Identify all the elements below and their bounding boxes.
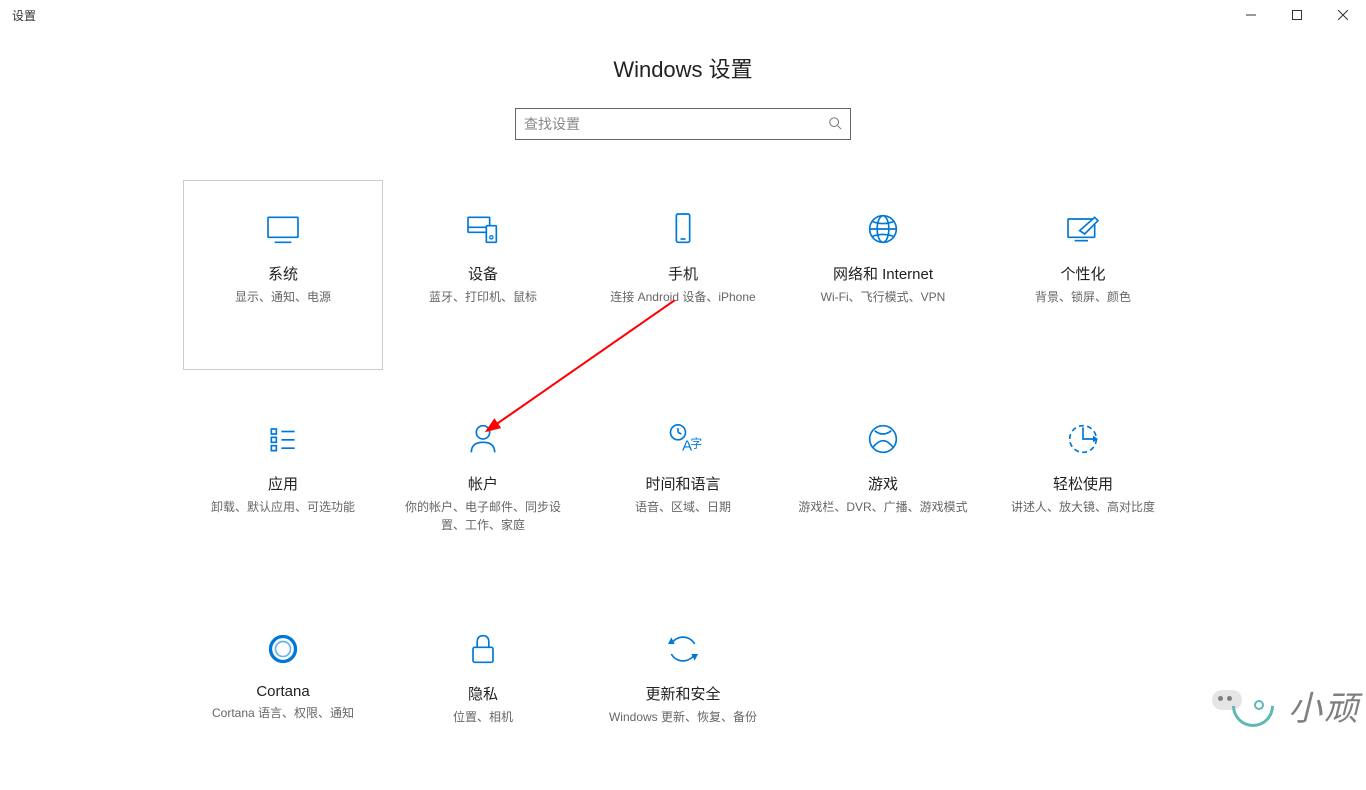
tile-desc: Windows 更新、恢复、备份	[599, 708, 767, 726]
tile-title: 系统	[268, 263, 298, 284]
tile-desc: 卸载、默认应用、可选功能	[201, 498, 365, 516]
tile-title: 轻松使用	[1053, 473, 1113, 494]
tile-desc: Wi-Fi、飞行模式、VPN	[811, 288, 956, 306]
tile-gaming[interactable]: 游戏 游戏栏、DVR、广播、游戏模式	[783, 390, 983, 580]
globe-icon	[859, 205, 907, 253]
search-box[interactable]	[515, 108, 851, 140]
tile-phone[interactable]: 手机 连接 Android 设备、iPhone	[583, 180, 783, 370]
tile-title: 应用	[268, 473, 298, 494]
time-language-icon: A字	[659, 415, 707, 463]
tile-title: Cortana	[256, 683, 309, 700]
window-controls	[1228, 0, 1366, 30]
tile-desc: 你的帐户、电子邮件、同步设置、工作、家庭	[384, 498, 582, 534]
ease-of-access-icon	[1059, 415, 1107, 463]
tile-title: 更新和安全	[645, 683, 720, 704]
tile-desc: Cortana 语言、权限、通知	[202, 704, 364, 722]
tile-title: 设备	[468, 263, 498, 284]
tile-cortana[interactable]: Cortana Cortana 语言、权限、通知	[183, 600, 383, 790]
devices-icon	[459, 205, 507, 253]
tile-personalization[interactable]: 个性化 背景、锁屏、颜色	[983, 180, 1183, 370]
tile-system[interactable]: 系统 显示、通知、电源	[183, 180, 383, 370]
display-icon	[259, 205, 307, 253]
maximize-button[interactable]	[1274, 0, 1320, 30]
tile-title: 手机	[668, 263, 698, 284]
tile-title: 游戏	[868, 473, 898, 494]
minimize-button[interactable]	[1228, 0, 1274, 30]
tile-desc: 游戏栏、DVR、广播、游戏模式	[788, 498, 977, 516]
watermark-icon	[1212, 680, 1282, 730]
tile-title: 网络和 Internet	[833, 263, 933, 284]
tile-devices[interactable]: 设备 蓝牙、打印机、鼠标	[383, 180, 583, 370]
window-title: 设置	[12, 7, 36, 24]
tile-desc: 显示、通知、电源	[225, 288, 341, 306]
search-wrap	[0, 108, 1366, 140]
phone-icon	[659, 205, 707, 253]
tile-title: 个性化	[1060, 263, 1105, 284]
tile-desc: 语音、区域、日期	[625, 498, 741, 516]
tile-desc: 蓝牙、打印机、鼠标	[419, 288, 547, 306]
tile-title: 时间和语言	[645, 473, 720, 494]
settings-grid: 系统 显示、通知、电源 设备 蓝牙、打印机、鼠标 手机 连接 Android 设…	[0, 180, 1366, 790]
tile-privacy[interactable]: 隐私 位置、相机	[383, 600, 583, 790]
cortana-icon	[259, 625, 307, 673]
page-heading: Windows 设置	[0, 52, 1366, 84]
tile-network[interactable]: 网络和 Internet Wi-Fi、飞行模式、VPN	[783, 180, 983, 370]
person-icon	[459, 415, 507, 463]
tile-desc: 连接 Android 设备、iPhone	[600, 288, 765, 306]
xbox-icon	[859, 415, 907, 463]
apps-icon	[259, 415, 307, 463]
search-input[interactable]	[524, 116, 828, 132]
tile-ease-of-access[interactable]: 轻松使用 讲述人、放大镜、高对比度	[983, 390, 1183, 580]
watermark-text: 小顽	[1288, 681, 1360, 730]
tile-time-language[interactable]: A字 时间和语言 语音、区域、日期	[583, 390, 783, 580]
tile-desc: 位置、相机	[443, 708, 523, 726]
watermark: 小顽	[1212, 680, 1360, 730]
paint-icon	[1059, 205, 1107, 253]
tile-desc: 讲述人、放大镜、高对比度	[1001, 498, 1165, 516]
tile-accounts[interactable]: 帐户 你的帐户、电子邮件、同步设置、工作、家庭	[383, 390, 583, 580]
titlebar: 设置	[0, 0, 1366, 30]
close-button[interactable]	[1320, 0, 1366, 30]
tile-update[interactable]: 更新和安全 Windows 更新、恢复、备份	[583, 600, 783, 790]
lock-icon	[459, 625, 507, 673]
search-icon	[828, 116, 842, 133]
tile-title: 帐户	[468, 473, 498, 494]
tile-apps[interactable]: 应用 卸载、默认应用、可选功能	[183, 390, 383, 580]
tile-title: 隐私	[468, 683, 498, 704]
svg-text:字: 字	[691, 436, 703, 450]
tile-desc: 背景、锁屏、颜色	[1025, 288, 1141, 306]
sync-icon	[659, 625, 707, 673]
